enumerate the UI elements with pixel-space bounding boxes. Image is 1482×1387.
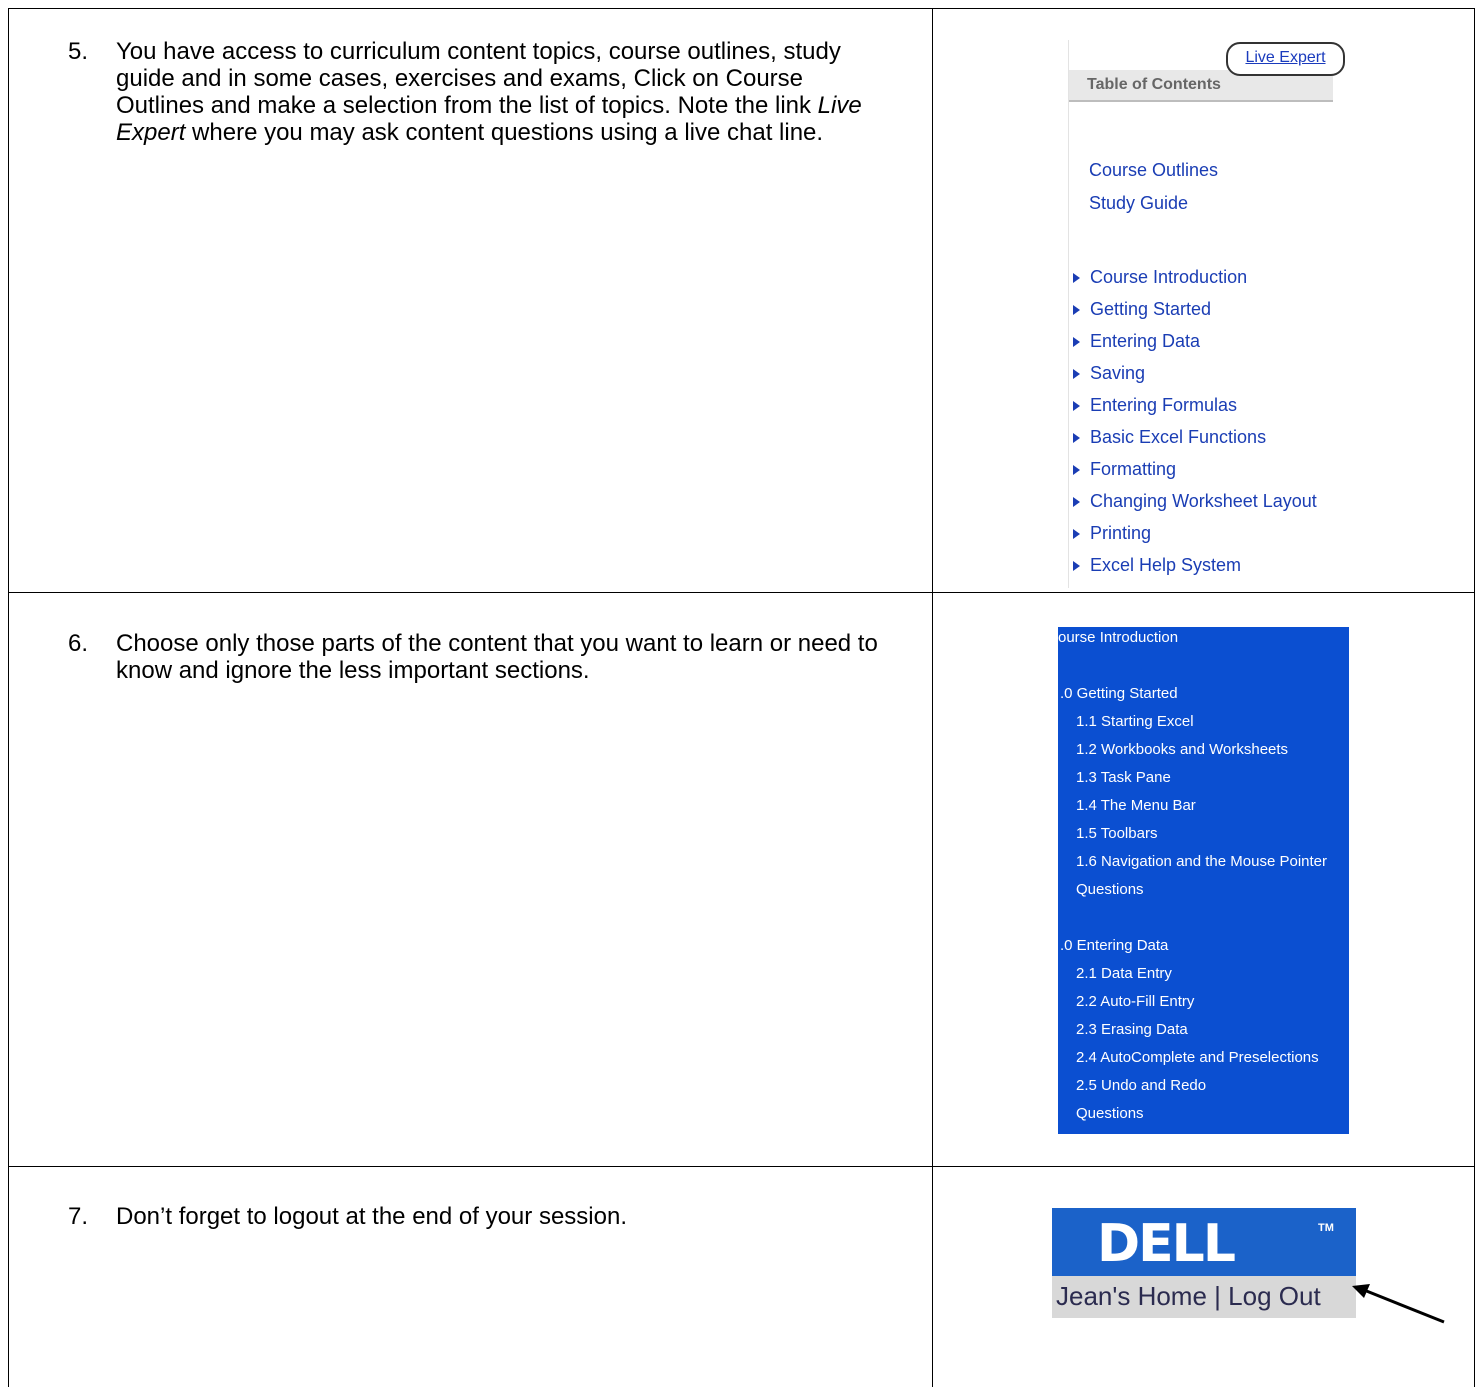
step-text: Choose only those parts of the content t… [116,630,878,684]
outline-item[interactable]: 2.3 Erasing Data [1076,1021,1188,1038]
toc-topic-printing[interactable]: Printing [1073,523,1151,544]
arrow-right-icon [1073,305,1080,316]
outline-item[interactable]: 2.5 Undo and Redo [1076,1077,1206,1094]
outline-item[interactable]: Questions [1076,1105,1144,1122]
outline-item[interactable]: 1.3 Task Pane [1076,769,1171,786]
outline-item[interactable]: .0 Entering Data [1060,937,1168,954]
step-text: Don’t forget to logout at the end of you… [116,1203,627,1230]
outline-item[interactable]: 1.6 Navigation and the Mouse Pointer [1076,853,1327,870]
outline-item[interactable]: Questions [1076,881,1144,898]
step-number: 6. [68,630,89,657]
table-row-divider [8,1166,1475,1167]
dell-logo: DELL [1097,1214,1236,1274]
table-border-left [8,8,9,1387]
outline-item[interactable]: 1.2 Workbooks and Worksheets [1076,741,1288,758]
toc-topic-entering-formulas[interactable]: Entering Formulas [1073,395,1237,416]
step-number: 7. [68,1203,89,1230]
step-number: 5. [68,38,89,65]
toc-topic-getting-started[interactable]: Getting Started [1073,299,1211,320]
toc-topic-basic-excel-functions[interactable]: Basic Excel Functions [1073,427,1266,448]
outline-item[interactable]: 1.1 Starting Excel [1076,713,1194,730]
live-expert-link[interactable]: Live Expert [1226,42,1345,76]
toc-header-label: Table of Contents [1087,76,1221,93]
arrow-right-icon [1073,273,1080,284]
live-expert-label[interactable]: Live Expert [1245,49,1325,66]
arrow-right-icon [1073,369,1080,380]
toc-topic-entering-data[interactable]: Entering Data [1073,331,1200,352]
toc-topic-excel-help-system[interactable]: Excel Help System [1073,555,1241,576]
step-text: You have access to curriculum content to… [116,38,862,146]
table-row-divider [8,592,1475,593]
outline-item[interactable]: ourse Introduction [1058,629,1178,646]
toc-topic-changing-worksheet-layout[interactable]: Changing Worksheet Layout [1073,491,1317,512]
arrow-right-icon [1073,465,1080,476]
outline-item[interactable]: .0 Getting Started [1060,685,1178,702]
dell-nav: Jean's Home | Log Out [1056,1281,1321,1312]
outline-item[interactable]: 1.5 Toolbars [1076,825,1157,842]
course-outline-panel: ourse Introduction .0 Getting Started 1.… [1058,627,1349,1134]
dell-nav-bar: Jean's Home | Log Out [1052,1276,1356,1318]
arrow-right-icon [1073,433,1080,444]
study-guide-link[interactable]: Study Guide [1089,193,1188,214]
arrow-right-icon [1073,401,1080,412]
outline-item[interactable]: 2.4 AutoComplete and Preselections [1076,1049,1319,1066]
outline-item[interactable]: 2.2 Auto-Fill Entry [1076,993,1194,1010]
outline-item[interactable]: 1.4 The Menu Bar [1076,797,1196,814]
table-border-top [8,8,1475,9]
outline-item[interactable]: 2.1 Data Entry [1076,965,1172,982]
table-border-right [1474,8,1475,1387]
pointer-arrow-icon [1352,1284,1445,1324]
home-link[interactable]: Jean's Home [1056,1281,1207,1311]
arrow-right-icon [1073,529,1080,540]
toc-topic-course-introduction[interactable]: Course Introduction [1073,267,1247,288]
dell-header-panel: DELL TM Jean's Home | Log Out [1052,1208,1356,1318]
arrow-right-icon [1073,337,1080,348]
log-out-link[interactable]: Log Out [1228,1281,1321,1311]
toc-topic-formatting[interactable]: Formatting [1073,459,1176,480]
course-outlines-link[interactable]: Course Outlines [1089,160,1218,181]
table-column-divider [932,8,933,1387]
arrow-right-icon [1073,561,1080,572]
dell-logo-bar: DELL TM [1052,1208,1356,1276]
table-of-contents-panel: Table of Contents Live Expert Course Out… [1068,40,1345,588]
toc-topic-saving[interactable]: Saving [1073,363,1145,384]
nav-separator: | [1214,1281,1221,1311]
trademark-mark: TM [1318,1222,1334,1234]
arrow-right-icon [1073,497,1080,508]
